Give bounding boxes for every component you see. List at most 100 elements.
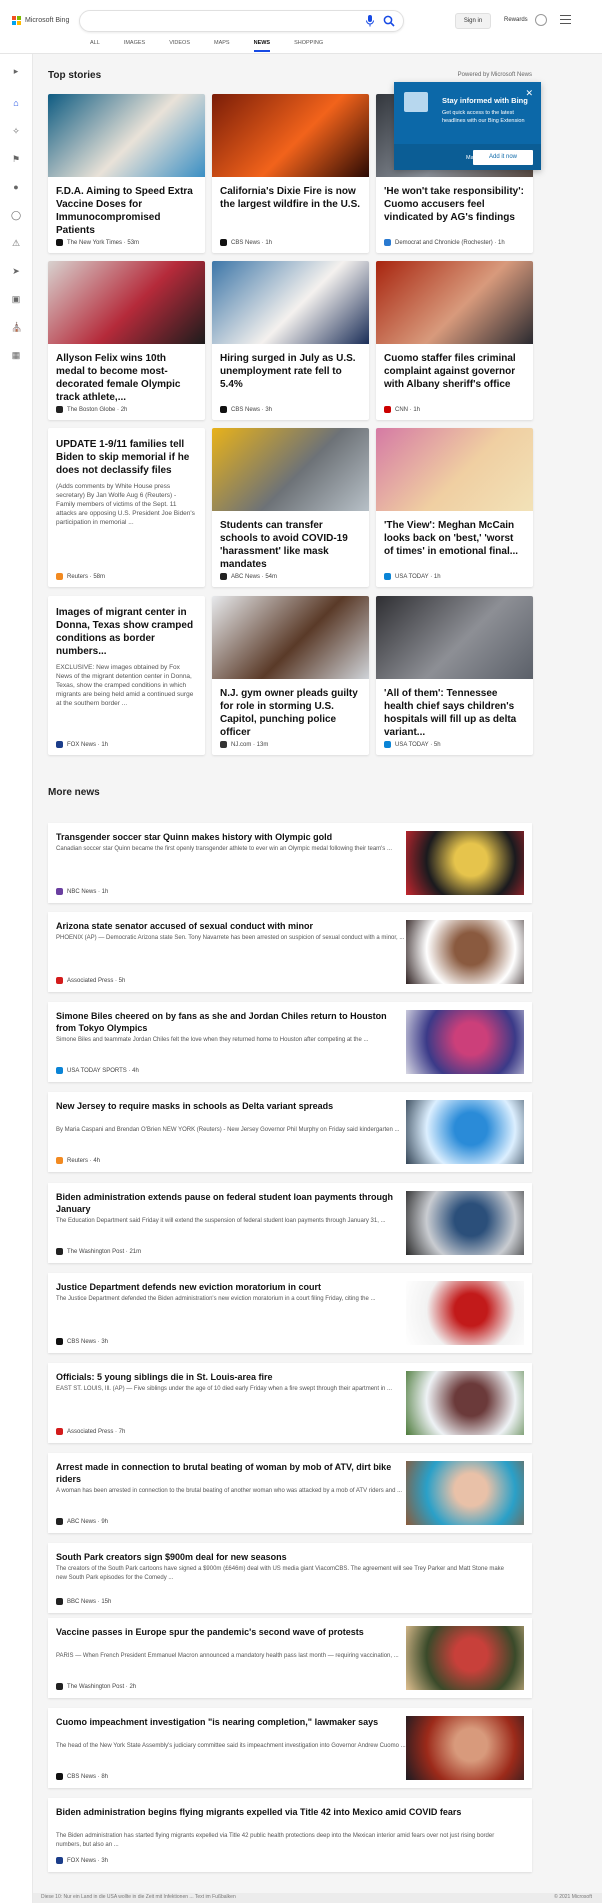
menu-icon[interactable] <box>560 15 571 24</box>
story-title[interactable]: F.D.A. Aiming to Speed Extra Vaccine Dos… <box>48 177 205 237</box>
story-card[interactable]: 'All of them': Tennessee health chief sa… <box>376 596 533 755</box>
news-title[interactable]: Arizona state senator accused of sexual … <box>56 920 406 932</box>
story-image[interactable] <box>48 261 205 344</box>
microphone-icon[interactable] <box>365 15 375 27</box>
news-thumbnail[interactable] <box>406 1281 524 1345</box>
sports-icon[interactable]: ⚠ <box>11 238 21 248</box>
story-title[interactable]: N.J. gym owner pleads guilty for role in… <box>212 679 369 739</box>
news-source[interactable]: Associated Press · 5h <box>56 977 125 984</box>
news-title[interactable]: Officials: 5 young siblings die in St. L… <box>56 1371 406 1383</box>
story-title[interactable]: Images of migrant center in Donna, Texas… <box>48 596 205 658</box>
news-list-item[interactable]: New Jersey to require masks in schools a… <box>48 1092 532 1172</box>
story-card[interactable]: Allyson Felix wins 10th medal to become … <box>48 261 205 420</box>
story-title[interactable]: Allyson Felix wins 10th medal to become … <box>48 344 205 404</box>
story-source[interactable]: NJ.com · 13m <box>220 741 268 748</box>
news-list-item[interactable]: Officials: 5 young siblings die in St. L… <box>48 1363 532 1443</box>
science-icon[interactable]: ✧ <box>11 126 21 136</box>
news-list-item[interactable]: South Park creators sign $900m deal for … <box>48 1543 532 1613</box>
tab-images[interactable]: IMAGES <box>124 40 145 50</box>
story-source[interactable]: ABC News · 54m <box>220 573 277 580</box>
story-source[interactable]: CBS News · 1h <box>220 239 272 246</box>
story-image[interactable] <box>212 428 369 511</box>
news-thumbnail[interactable] <box>406 1461 524 1525</box>
story-card[interactable]: Cuomo staffer files criminal complaint a… <box>376 261 533 420</box>
search-input[interactable] <box>79 10 404 32</box>
story-image[interactable] <box>212 94 369 177</box>
flag-icon[interactable]: ⚑ <box>11 154 21 164</box>
story-card[interactable]: California's Dixie Fire is now the large… <box>212 94 369 253</box>
story-image[interactable] <box>48 94 205 177</box>
close-icon[interactable]: ✕ <box>525 88 533 99</box>
news-thumbnail[interactable] <box>406 1371 524 1435</box>
story-card[interactable]: 'The View': Meghan McCain looks back on … <box>376 428 533 587</box>
news-source[interactable]: FOX News · 3h <box>56 1857 108 1864</box>
story-source[interactable]: The Boston Globe · 2h <box>56 406 127 413</box>
story-source[interactable]: FOX News · 1h <box>56 741 108 748</box>
story-card[interactable]: F.D.A. Aiming to Speed Extra Vaccine Dos… <box>48 94 205 253</box>
news-source[interactable]: Reuters · 4h <box>56 1157 100 1164</box>
news-source[interactable]: The Washington Post · 2h <box>56 1683 136 1690</box>
globe-icon[interactable]: ◯ <box>11 210 21 220</box>
news-title[interactable]: Transgender soccer star Quinn makes hist… <box>56 831 406 843</box>
news-source[interactable]: NBC News · 1h <box>56 888 108 895</box>
news-thumbnail[interactable] <box>406 920 524 984</box>
news-list-item[interactable]: Arizona state senator accused of sexual … <box>48 912 532 992</box>
news-title[interactable]: Cuomo impeachment investigation "is near… <box>56 1716 406 1728</box>
story-title[interactable]: California's Dixie Fire is now the large… <box>212 177 369 211</box>
search-icon[interactable] <box>383 15 395 27</box>
story-source[interactable]: Democrat and Chronicle (Rochester) · 1h <box>384 239 505 246</box>
rewards-trophy-icon[interactable] <box>535 14 547 26</box>
story-card[interactable]: Students can transfer schools to avoid C… <box>212 428 369 587</box>
rewards-link[interactable]: Rewards <box>504 17 528 23</box>
news-list-item[interactable]: Biden administration extends pause on fe… <box>48 1183 532 1263</box>
politics-icon[interactable]: ⛪ <box>11 322 22 332</box>
bing-logo[interactable]: Microsoft Bing <box>12 16 69 25</box>
tab-maps[interactable]: MAPS <box>214 40 230 50</box>
story-title[interactable]: Students can transfer schools to avoid C… <box>212 511 369 571</box>
story-card[interactable]: Images of migrant center in Donna, Texas… <box>48 596 205 755</box>
add-extension-button[interactable]: Add it now <box>473 150 533 165</box>
story-source[interactable]: The New York Times · 53m <box>56 239 139 246</box>
news-source[interactable]: USA TODAY SPORTS · 4h <box>56 1067 139 1074</box>
story-image[interactable] <box>212 261 369 344</box>
news-list-item[interactable]: Simone Biles cheered on by fans as she a… <box>48 1002 532 1082</box>
tab-videos[interactable]: VIDEOS <box>169 40 190 50</box>
story-image[interactable] <box>376 596 533 679</box>
story-card[interactable]: N.J. gym owner pleads guilty for role in… <box>212 596 369 755</box>
news-title[interactable]: Biden administration begins flying migra… <box>56 1806 516 1818</box>
story-source[interactable]: USA TODAY · 5h <box>384 741 441 748</box>
news-list-item[interactable]: Biden administration begins flying migra… <box>48 1798 532 1872</box>
news-source[interactable]: Associated Press · 7h <box>56 1428 125 1435</box>
tab-all[interactable]: ALL <box>90 40 100 50</box>
expand-chevron-icon[interactable]: ▸ <box>11 66 21 76</box>
news-thumbnail[interactable] <box>406 1010 524 1074</box>
news-source[interactable]: The Washington Post · 21m <box>56 1248 141 1255</box>
news-title[interactable]: Simone Biles cheered on by fans as she a… <box>56 1010 406 1034</box>
tab-news[interactable]: NEWS <box>253 40 270 52</box>
news-list-item[interactable]: Transgender soccer star Quinn makes hist… <box>48 823 532 903</box>
story-source[interactable]: CBS News · 3h <box>220 406 272 413</box>
story-title[interactable]: 'He won't take responsibility': Cuomo ac… <box>376 177 533 224</box>
sign-in-button[interactable]: Sign in <box>455 13 491 29</box>
story-title[interactable]: 'All of them': Tennessee health chief sa… <box>376 679 533 739</box>
tab-shopping[interactable]: SHOPPING <box>294 40 323 50</box>
story-title[interactable]: UPDATE 1-9/11 families tell Biden to ski… <box>48 428 205 477</box>
news-thumbnail[interactable] <box>406 1100 524 1164</box>
news-title[interactable]: South Park creators sign $900m deal for … <box>56 1551 516 1563</box>
news-thumbnail[interactable] <box>406 831 524 895</box>
money-icon[interactable]: ▦ <box>11 350 21 360</box>
story-source[interactable]: CNN · 1h <box>384 406 420 413</box>
news-title[interactable]: Biden administration extends pause on fe… <box>56 1191 406 1215</box>
news-title[interactable]: Justice Department defends new eviction … <box>56 1281 406 1293</box>
news-title[interactable]: New Jersey to require masks in schools a… <box>56 1100 406 1112</box>
story-card[interactable]: Hiring surged in July as U.S. unemployme… <box>212 261 369 420</box>
news-list-item[interactable]: Justice Department defends new eviction … <box>48 1273 532 1353</box>
news-thumbnail[interactable] <box>406 1626 524 1690</box>
entertainment-icon[interactable]: ▣ <box>11 294 21 304</box>
story-title[interactable]: 'The View': Meghan McCain looks back on … <box>376 511 533 558</box>
story-image[interactable] <box>376 428 533 511</box>
story-source[interactable]: Reuters · 58m <box>56 573 105 580</box>
story-title[interactable]: Hiring surged in July as U.S. unemployme… <box>212 344 369 391</box>
news-list-item[interactable]: Arrest made in connection to brutal beat… <box>48 1453 532 1533</box>
news-source[interactable]: CBS News · 3h <box>56 1338 108 1345</box>
